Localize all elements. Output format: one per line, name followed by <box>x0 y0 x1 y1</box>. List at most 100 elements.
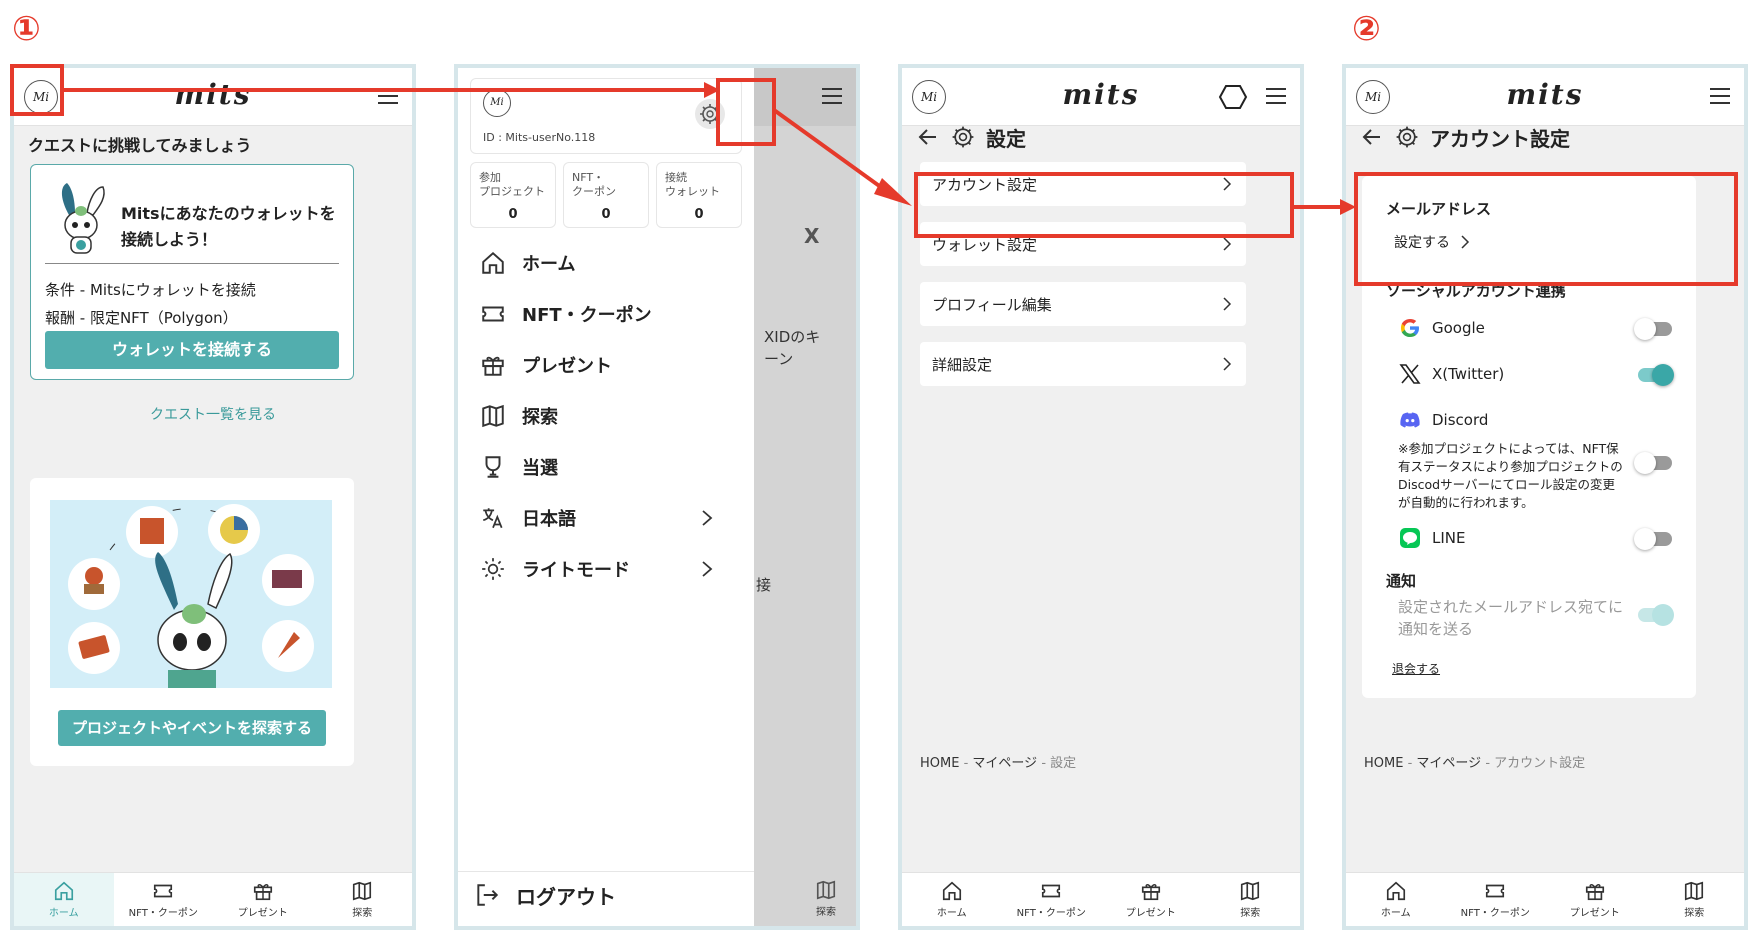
step-number-1: ① <box>12 9 41 49</box>
top-bar: Mi mits <box>902 68 1300 126</box>
stat-projects-label: 参加 プロジェクト <box>479 171 545 198</box>
hamburger-menu-icon[interactable] <box>1266 88 1286 104</box>
breadcrumb-home[interactable]: HOME <box>920 756 959 771</box>
settings-item-advanced-label: 詳細設定 <box>932 355 993 374</box>
translate-icon <box>482 508 503 529</box>
wallet-hex-icon[interactable] <box>1218 82 1248 112</box>
nav-nft[interactable]: NFT・クーポン <box>1446 873 1546 926</box>
connect-wallet-button[interactable]: ウォレットを接続する <box>45 331 339 369</box>
nav-explore-label: 探索 <box>352 908 373 919</box>
page-header: 設定 <box>916 124 1026 151</box>
hamburger-menu-icon[interactable] <box>1710 88 1730 104</box>
menu-item-winning[interactable]: 当選 <box>480 452 730 482</box>
nav-present[interactable]: プレゼント <box>1101 873 1201 926</box>
bottom-nav: ホーム NFT・クーポン プレゼント 探索 <box>1346 872 1744 926</box>
menu-item-nft[interactable]: NFT・クーポン <box>480 299 730 329</box>
rabbit-mascot-icon <box>61 183 105 254</box>
ticket-icon <box>482 306 504 322</box>
stat-nft-value: 0 <box>601 207 611 222</box>
quest-title: Mitsにあなたのウォレットを接続しよう！ <box>121 204 336 249</box>
nav-explore[interactable]: 探索 <box>1645 873 1745 926</box>
nav-present[interactable]: プレゼント <box>1545 873 1645 926</box>
chevron-right-icon <box>1223 357 1232 371</box>
breadcrumb-home[interactable]: HOME <box>1364 756 1403 771</box>
nav-explore[interactable]: 探索 <box>1201 873 1301 926</box>
line-toggle[interactable] <box>1634 528 1672 550</box>
quest-heading: クエストに挑戦してみましょう <box>28 136 252 155</box>
nav-explore-label: 探索 <box>1684 908 1705 919</box>
menu-item-home-label: ホーム <box>522 254 576 275</box>
breadcrumb-mypage[interactable]: マイページ <box>1416 756 1481 771</box>
notify-text: 設定されたメールアドレス宛てに通知を送る <box>1398 598 1624 638</box>
sun-icon <box>482 558 504 580</box>
stat-projects-value: 0 <box>508 207 518 222</box>
bottom-nav: ホーム NFT・クーポン プレゼント 探索 <box>14 872 412 926</box>
bottom-nav: ホーム NFT・クーポン プレゼント 探索 <box>902 872 1300 926</box>
hamburger-menu-icon[interactable] <box>822 88 842 104</box>
home-icon <box>1386 881 1405 901</box>
menu-item-present[interactable]: プレゼント <box>480 350 730 380</box>
menu-item-language[interactable]: 日本語 <box>480 503 730 533</box>
nav-explore[interactable]: 探索 <box>313 873 413 926</box>
discord-icon <box>1400 412 1420 428</box>
gift-icon <box>1585 884 1604 901</box>
nav-home[interactable]: ホーム <box>1346 873 1446 926</box>
user-id: ID : Mits-userNo.118 <box>483 131 596 144</box>
quest-card: Mitsにあなたのウォレットを接続しよう！ 条件 - Mitsにウォレットを接続… <box>30 164 354 380</box>
menu-item-explore[interactable]: 探索 <box>480 401 730 431</box>
map-icon <box>1685 881 1704 901</box>
nav-present[interactable]: プレゼント <box>213 873 313 926</box>
nav-nft-label: NFT・クーポン <box>1016 908 1086 919</box>
settings-item-advanced[interactable]: 詳細設定 <box>920 342 1246 386</box>
stat-wallets-label: 接続 ウォレット <box>665 171 720 198</box>
chevron-right-icon <box>1223 237 1232 251</box>
explore-illustration <box>50 500 332 688</box>
brand-logo: mits <box>1506 78 1584 111</box>
nav-home[interactable]: ホーム <box>14 873 114 926</box>
nav-nft[interactable]: NFT・クーポン <box>114 873 214 926</box>
menu-item-theme[interactable]: ライトモード <box>480 554 730 584</box>
menu-item-home[interactable]: ホーム <box>480 248 730 278</box>
social-row-discord: Discord <box>1398 406 1680 434</box>
background-peek-x: X <box>804 224 820 248</box>
stat-projects[interactable]: 参加 プロジェクト 0 <box>470 162 556 228</box>
social-row-x-label: X(Twitter) <box>1432 365 1505 383</box>
map-icon <box>482 404 504 428</box>
logout-button[interactable]: ログアウト <box>474 880 616 910</box>
nav-home[interactable]: ホーム <box>902 873 1002 926</box>
logout-divider <box>458 871 754 872</box>
menu-item-language-label: 日本語 <box>522 509 576 530</box>
gear-icon <box>952 126 974 148</box>
chevron-right-icon <box>1223 297 1232 311</box>
x-twitter-toggle[interactable] <box>1638 364 1674 386</box>
back-arrow-icon[interactable] <box>916 125 940 149</box>
gift-icon <box>1141 884 1160 901</box>
stat-wallets[interactable]: 接続 ウォレット 0 <box>656 162 742 228</box>
social-row-google-label: Google <box>1432 319 1485 337</box>
settings-item-profile[interactable]: プロフィール編集 <box>920 282 1246 326</box>
map-icon <box>816 880 836 899</box>
notify-toggle[interactable] <box>1638 604 1674 626</box>
chevron-right-icon <box>702 510 713 526</box>
quest-condition: 条件 - Mitsにウォレットを接続 <box>45 281 256 299</box>
google-toggle[interactable] <box>1634 318 1672 340</box>
ticket-icon <box>154 884 173 898</box>
home-icon <box>54 881 73 901</box>
back-arrow-icon[interactable] <box>1360 125 1384 149</box>
explore-projects-button[interactable]: プロジェクトやイベントを探索する <box>58 710 326 746</box>
nav-present-label: プレゼント <box>237 908 288 919</box>
breadcrumb-current: アカウント設定 <box>1494 756 1586 771</box>
brand-logo: mits <box>174 78 252 111</box>
withdraw-link[interactable]: 退会する <box>1392 660 1440 677</box>
nav-nft[interactable]: NFT・クーポン <box>1002 873 1102 926</box>
phone-home-screen: Mi mits クエストに挑戦してみましょう Mitsにあなたのウォレットを接続… <box>10 64 416 930</box>
quest-list-link[interactable]: クエスト一覧を見る <box>14 404 412 424</box>
line-icon <box>1400 528 1420 548</box>
gear-icon <box>1396 126 1418 148</box>
stat-wallets-value: 0 <box>694 207 704 222</box>
stat-nft[interactable]: NFT・ クーポン 0 <box>563 162 649 228</box>
menu-item-present-label: プレゼント <box>522 356 612 377</box>
breadcrumb-mypage[interactable]: マイページ <box>972 756 1037 771</box>
discord-toggle[interactable] <box>1634 452 1672 474</box>
highlight-email-section <box>1354 172 1738 286</box>
